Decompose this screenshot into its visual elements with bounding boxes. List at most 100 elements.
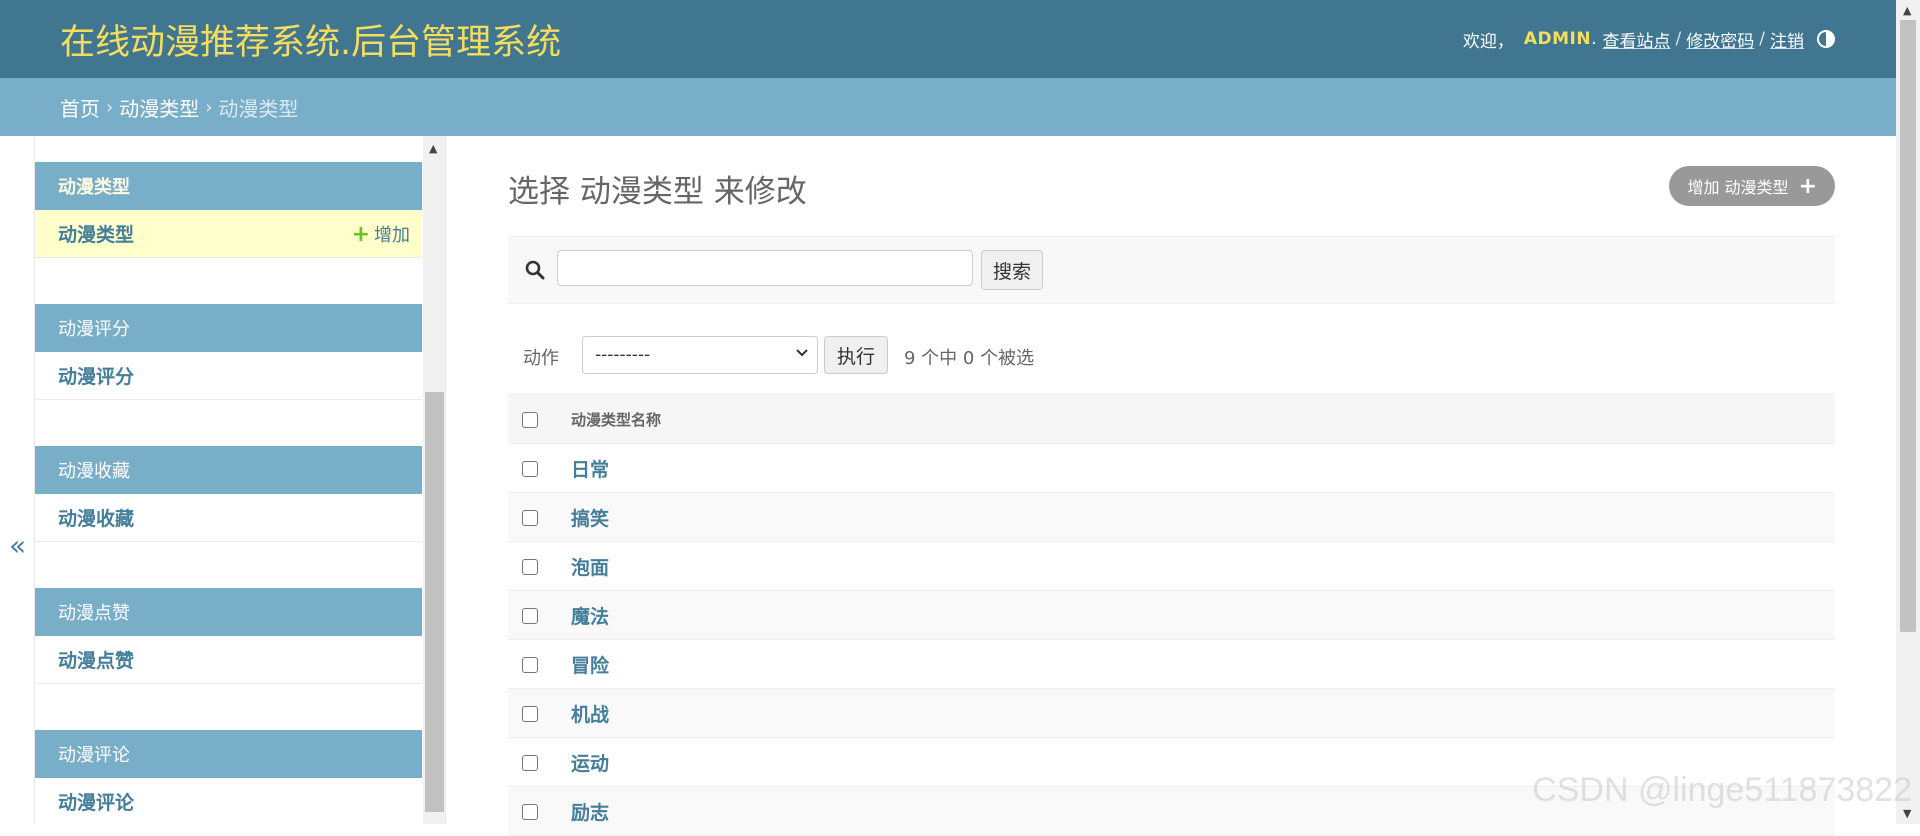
row-checkbox[interactable]: [522, 755, 538, 771]
table-row: 冒险: [508, 639, 1835, 689]
breadcrumb-separator: ›: [106, 96, 114, 118]
collapse-sidebar-icon[interactable]: «: [9, 532, 26, 560]
table-row: 魔法: [508, 590, 1835, 640]
plus-icon: +: [1798, 173, 1817, 199]
row-checkbox[interactable]: [522, 559, 538, 575]
scroll-up-arrow-icon[interactable]: ▲: [429, 142, 437, 155]
row-name-cell: 日常: [571, 443, 1835, 493]
sidebar-item-anime-favorite: 动漫收藏: [35, 494, 422, 542]
sidebar-item-anime-comment: 动漫评论: [35, 778, 422, 824]
row-link[interactable]: 励志: [571, 802, 609, 824]
row-checkbox[interactable]: [522, 804, 538, 820]
row-checkbox-cell: [508, 737, 571, 787]
action-selected-value: ---------: [595, 345, 651, 365]
row-name-cell: 魔法: [571, 590, 1835, 640]
sidebar-item-link[interactable]: 动漫类型: [58, 220, 134, 247]
table-row: 泡面: [508, 541, 1835, 591]
sidebar-module-caption[interactable]: 动漫点赞: [35, 588, 422, 636]
search-toolbar: 搜索: [508, 236, 1835, 304]
sidebar-item-link[interactable]: 动漫点赞: [58, 646, 134, 673]
search-button[interactable]: 搜索: [981, 250, 1044, 290]
sidebar-scrollbar[interactable]: ▲: [423, 136, 446, 824]
user-tools: 欢迎， ADMIN. 查看站点 / 修改密码 / 注销: [1463, 0, 1836, 78]
action-label: 动作: [523, 348, 559, 369]
site-brand-title[interactable]: 在线动漫推荐系统.后台管理系统: [60, 14, 561, 65]
sidebar-module-anime-comment: 动漫评论 动漫评论: [35, 730, 422, 824]
sidebar-toggle[interactable]: «: [0, 136, 35, 824]
row-link[interactable]: 魔法: [571, 606, 609, 628]
select-all-cell: [508, 394, 571, 444]
welcome-text: 欢迎，: [1462, 31, 1514, 52]
add-button-label: 增加 动漫类型: [1687, 178, 1789, 197]
page-title: 选择 动漫类型 来修改: [508, 174, 807, 210]
plus-icon: +: [351, 221, 370, 247]
change-password-link[interactable]: 修改密码: [1686, 27, 1754, 52]
breadcrumb-separator: ›: [205, 96, 213, 118]
sidebar-module-caption[interactable]: 动漫收藏: [35, 446, 422, 494]
row-link[interactable]: 泡面: [571, 557, 609, 579]
selection-counter: 9 个中 0 个被选: [904, 348, 1035, 369]
row-name-cell: 泡面: [571, 541, 1835, 591]
breadcrumb: 首页 › 动漫类型 › 动漫类型: [0, 78, 1896, 136]
row-checkbox-cell: [508, 443, 571, 493]
breadcrumb-current: 动漫类型: [218, 96, 299, 121]
row-link[interactable]: 运动: [571, 753, 609, 775]
sidebar: 动漫类型 动漫类型 + 增加 动漫评分 动漫评分 动漫收藏 动漫收藏 动漫点赞 …: [35, 136, 423, 824]
sidebar-add-label: 增加: [374, 225, 410, 246]
row-checkbox-cell: [508, 590, 571, 640]
action-select[interactable]: ---------: [582, 336, 818, 374]
view-site-link[interactable]: 查看站点: [1603, 27, 1671, 52]
page-scrollbar[interactable]: ▲ ▼: [1896, 0, 1920, 824]
sidebar-module-caption[interactable]: 动漫类型: [35, 162, 422, 210]
row-link[interactable]: 日常: [571, 459, 609, 481]
sidebar-module-anime-rating: 动漫评分 动漫评分: [35, 304, 422, 400]
username: ADMIN: [1523, 29, 1592, 49]
execute-action-button[interactable]: 执行: [824, 336, 889, 374]
search-icon: [524, 259, 546, 281]
sidebar-item-anime-type: 动漫类型 + 增加: [35, 210, 422, 258]
sidebar-item-link[interactable]: 动漫收藏: [58, 504, 134, 531]
actions-bar: 动作 --------- 执行 9 个中 0 个被选: [508, 336, 1835, 376]
sidebar-item-anime-like: 动漫点赞: [35, 636, 422, 684]
row-name-cell: 机战: [571, 688, 1835, 738]
breadcrumb-app-link[interactable]: 动漫类型: [119, 93, 199, 122]
breadcrumb-home-link[interactable]: 首页: [60, 93, 100, 122]
row-checkbox[interactable]: [522, 461, 538, 477]
sidebar-add-link[interactable]: + 增加: [352, 210, 410, 258]
sidebar-item-link[interactable]: 动漫评论: [58, 788, 134, 815]
row-checkbox[interactable]: [522, 657, 538, 673]
row-checkbox[interactable]: [522, 608, 538, 624]
row-name-cell: 搞笑: [571, 492, 1835, 542]
sidebar-module-anime-like: 动漫点赞 动漫点赞: [35, 588, 422, 684]
row-checkbox-cell: [508, 492, 571, 542]
separator: /: [1675, 29, 1682, 49]
table-header-row: 动漫类型名称: [508, 394, 1835, 444]
header-bar: 在线动漫推荐系统.后台管理系统 欢迎， ADMIN. 查看站点 / 修改密码 /…: [0, 0, 1896, 78]
chevron-down-icon: [795, 345, 809, 363]
scroll-up-arrow-icon[interactable]: ▲: [1903, 4, 1911, 17]
row-link[interactable]: 冒险: [571, 655, 609, 677]
row-checkbox[interactable]: [522, 706, 538, 722]
table-row: 机战: [508, 688, 1835, 738]
separator: /: [1759, 29, 1765, 49]
sidebar-item-link[interactable]: 动漫评分: [58, 362, 134, 389]
add-anime-type-button[interactable]: 增加 动漫类型 +: [1669, 166, 1835, 206]
search-input[interactable]: [557, 250, 973, 286]
row-checkbox-cell: [508, 639, 571, 689]
sidebar-module-anime-type: 动漫类型 动漫类型 + 增加: [35, 162, 422, 258]
row-link[interactable]: 机战: [571, 704, 609, 726]
sidebar-module-anime-favorite: 动漫收藏 动漫收藏: [35, 446, 422, 542]
table-row: 搞笑: [508, 492, 1835, 542]
sidebar-module-caption[interactable]: 动漫评分: [35, 304, 422, 352]
row-checkbox[interactable]: [522, 510, 538, 526]
theme-toggle-icon[interactable]: [1816, 29, 1836, 49]
select-all-checkbox[interactable]: [522, 411, 538, 428]
sidebar-scrollbar-thumb[interactable]: [425, 392, 444, 812]
sidebar-module-caption[interactable]: 动漫评论: [35, 730, 422, 778]
column-header-type-name[interactable]: 动漫类型名称: [571, 394, 1835, 444]
row-name-cell: 冒险: [571, 639, 1835, 689]
row-link[interactable]: 搞笑: [571, 508, 609, 530]
logout-link[interactable]: 注销: [1770, 27, 1804, 52]
page-scrollbar-thumb[interactable]: [1900, 20, 1916, 632]
results-table: 动漫类型名称 日常 搞笑 泡面 魔法 冒险 机战 运动 励志: [508, 394, 1835, 836]
